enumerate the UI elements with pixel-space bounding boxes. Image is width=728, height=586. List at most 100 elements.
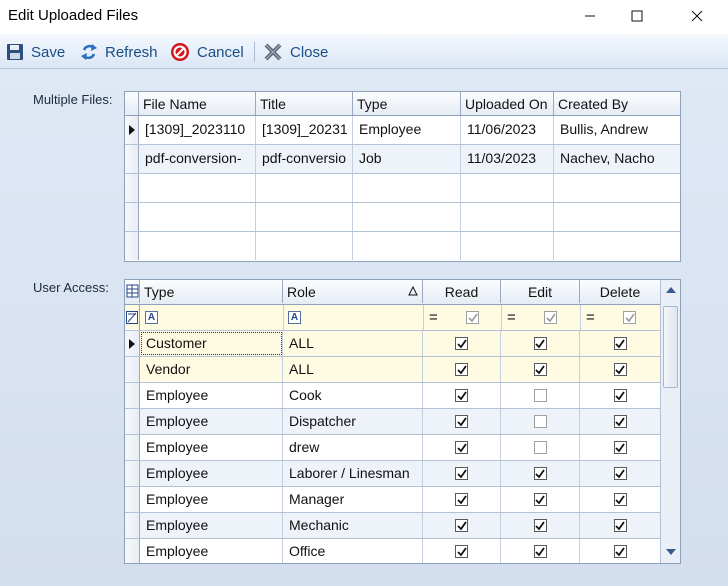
row-selector[interactable] [125, 409, 140, 434]
read-checkbox[interactable] [455, 467, 468, 480]
column-header-type[interactable]: Type [140, 280, 283, 303]
column-header-read[interactable]: Read [423, 280, 501, 303]
empty-row[interactable] [125, 174, 680, 203]
read-checkbox[interactable] [455, 441, 468, 454]
read-checkbox[interactable] [455, 389, 468, 402]
delete-filter-checkbox[interactable] [623, 311, 636, 324]
user-access-grid[interactable]: Type Role Read Edit Delete A A = = = Cus… [124, 279, 681, 564]
edit-checkbox[interactable] [533, 389, 547, 402]
type-cell[interactable]: Employee [140, 487, 283, 512]
type-cell[interactable]: Employee [353, 116, 461, 144]
delete-filter-operator[interactable]: = [586, 309, 595, 326]
delete-checkbox[interactable] [613, 545, 627, 558]
table-row[interactable]: Employee Office [125, 539, 660, 563]
row-selector[interactable] [125, 232, 139, 260]
row-selector[interactable] [125, 435, 140, 460]
row-selector[interactable] [125, 383, 140, 408]
role-cell[interactable]: Dispatcher [283, 409, 423, 434]
column-header-edit[interactable]: Edit [501, 280, 580, 303]
column-header-file-name[interactable]: File Name [139, 92, 256, 115]
type-cell[interactable]: Employee [140, 435, 283, 460]
table-row[interactable]: Employee Dispatcher [125, 409, 660, 435]
vertical-scrollbar[interactable] [660, 280, 680, 563]
column-header-role[interactable]: Role [283, 280, 423, 303]
read-checkbox[interactable] [455, 519, 468, 532]
type-cell[interactable]: Employee [140, 513, 283, 538]
table-row[interactable]: Employee Mechanic [125, 513, 660, 539]
edit-checkbox[interactable] [533, 337, 547, 350]
role-filter-operator-icon[interactable]: A [288, 311, 301, 324]
table-row[interactable]: pdf-conversion- pdf-conversio Job 11/03/… [125, 145, 680, 174]
edit-checkbox[interactable] [533, 363, 547, 376]
type-cell[interactable]: Employee [140, 409, 283, 434]
role-cell[interactable]: ALL [283, 331, 423, 356]
uploaded-on-cell[interactable]: 11/03/2023 [461, 145, 554, 173]
table-row[interactable]: Employee Cook [125, 383, 660, 409]
read-checkbox[interactable] [455, 415, 468, 428]
row-selector[interactable] [125, 513, 140, 538]
column-header-delete[interactable]: Delete [580, 280, 660, 303]
type-cell[interactable]: Employee [140, 539, 283, 563]
edit-checkbox[interactable] [533, 545, 547, 558]
edit-checkbox[interactable] [533, 415, 547, 428]
table-row[interactable]: Customer ALL [125, 331, 660, 357]
title-cell[interactable]: [1309]_20231 [256, 116, 353, 144]
column-header-type[interactable]: Type [353, 92, 461, 115]
close-button[interactable]: Close [263, 41, 328, 63]
role-cell[interactable]: Office [283, 539, 423, 563]
edit-filter-checkbox[interactable] [544, 311, 557, 324]
row-selector[interactable] [125, 331, 140, 356]
clear-filter-button[interactable] [125, 305, 140, 330]
type-cell[interactable]: Customer [140, 331, 283, 356]
save-button[interactable]: Save [6, 41, 65, 63]
table-row[interactable]: Employee Manager [125, 487, 660, 513]
edit-checkbox[interactable] [533, 519, 547, 532]
table-row[interactable]: Vendor ALL [125, 357, 660, 383]
row-selector[interactable] [125, 357, 140, 382]
empty-row[interactable] [125, 203, 680, 232]
row-selector[interactable] [125, 487, 140, 512]
delete-checkbox[interactable] [613, 493, 627, 506]
file-name-cell[interactable]: [1309]_2023110 [139, 116, 256, 144]
scrollbar-thumb[interactable] [663, 306, 678, 388]
type-filter-operator-icon[interactable]: A [145, 311, 158, 324]
created-by-cell[interactable]: Bullis, Andrew [554, 116, 680, 144]
edit-checkbox[interactable] [533, 441, 547, 454]
role-cell[interactable]: ALL [283, 357, 423, 382]
type-cell[interactable]: Job [353, 145, 461, 173]
edit-checkbox[interactable] [533, 493, 547, 506]
row-selector[interactable] [125, 203, 139, 231]
row-selector[interactable] [125, 145, 139, 173]
title-cell[interactable]: pdf-conversio [256, 145, 353, 173]
read-filter-checkbox[interactable] [466, 311, 479, 324]
row-selector[interactable] [125, 461, 140, 486]
table-row[interactable]: Employee Laborer / Linesman [125, 461, 660, 487]
column-header-title[interactable]: Title [256, 92, 353, 115]
maximize-button[interactable] [614, 0, 660, 32]
minimize-button[interactable] [567, 0, 613, 32]
uploaded-on-cell[interactable]: 11/06/2023 [461, 116, 554, 144]
delete-checkbox[interactable] [613, 337, 627, 350]
delete-checkbox[interactable] [613, 363, 627, 376]
type-cell[interactable]: Employee [140, 383, 283, 408]
row-selector[interactable] [125, 539, 140, 563]
column-chooser-button[interactable] [125, 280, 140, 303]
file-name-cell[interactable]: pdf-conversion- [139, 145, 256, 173]
read-checkbox[interactable] [455, 363, 468, 376]
created-by-cell[interactable]: Nachev, Nacho [554, 145, 680, 173]
row-selector[interactable] [125, 174, 139, 202]
role-cell[interactable]: Mechanic [283, 513, 423, 538]
window-close-button[interactable] [674, 0, 720, 32]
column-header-created-by[interactable]: Created By [554, 92, 680, 115]
files-grid[interactable]: File Name Title Type Uploaded On Created… [124, 91, 681, 262]
edit-checkbox[interactable] [533, 467, 547, 480]
table-row[interactable]: Employee drew [125, 435, 660, 461]
refresh-button[interactable]: Refresh [80, 41, 158, 63]
role-cell[interactable]: Laborer / Linesman [283, 461, 423, 486]
empty-row[interactable] [125, 232, 680, 261]
role-cell[interactable]: drew [283, 435, 423, 460]
delete-checkbox[interactable] [613, 467, 627, 480]
delete-checkbox[interactable] [613, 415, 627, 428]
filter-row[interactable]: A A = = = [125, 305, 660, 331]
read-checkbox[interactable] [455, 545, 468, 558]
